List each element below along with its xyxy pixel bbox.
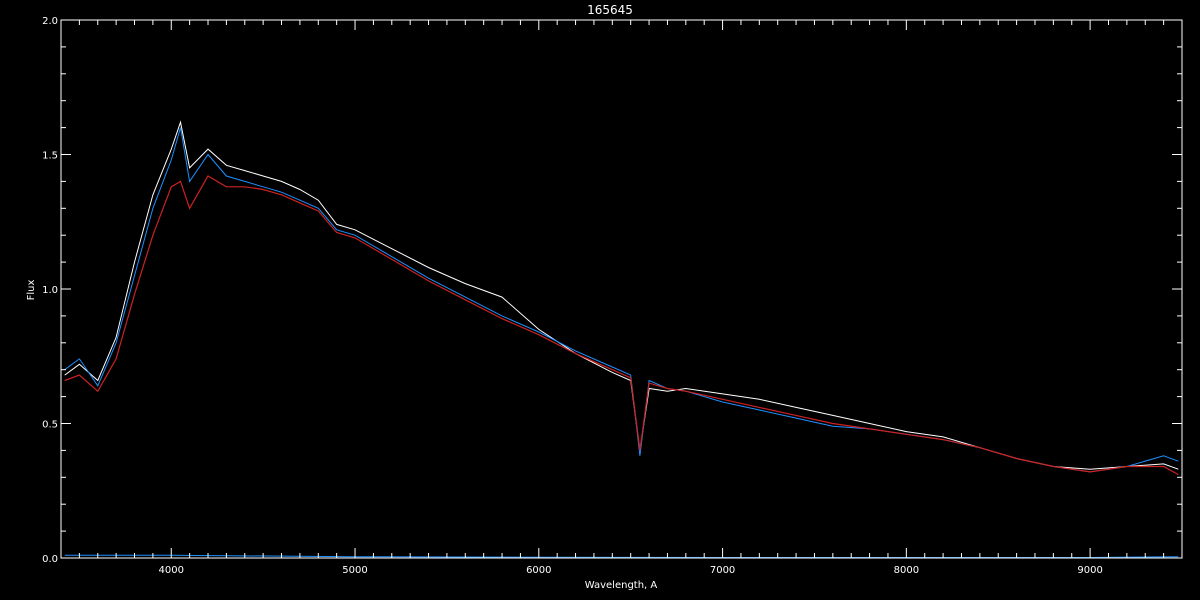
chart-background bbox=[0, 0, 1200, 600]
x-tick-label: 8000 bbox=[894, 565, 919, 576]
y-tick-label: 2.0 bbox=[42, 16, 58, 27]
x-tick-label: 4000 bbox=[159, 565, 184, 576]
x-tick-label: 6000 bbox=[526, 565, 551, 576]
x-axis-title: Wavelength, A bbox=[585, 580, 658, 591]
x-tick-label: 9000 bbox=[1077, 565, 1102, 576]
y-axis-title: Flux bbox=[26, 280, 37, 301]
y-tick-label: 1.5 bbox=[42, 151, 58, 162]
y-tick-label: 1.0 bbox=[42, 285, 58, 296]
x-tick-label: 5000 bbox=[342, 565, 367, 576]
y-tick-label: 0.0 bbox=[42, 554, 58, 565]
spectrum-chart: 165645 4000 5000 6000 7000 8000 9000 0.0 0.5 1.0… bbox=[0, 0, 1200, 600]
x-tick-label: 7000 bbox=[710, 565, 735, 576]
y-tick-label: 0.5 bbox=[42, 420, 58, 431]
chart-title: 165645 bbox=[587, 3, 633, 17]
